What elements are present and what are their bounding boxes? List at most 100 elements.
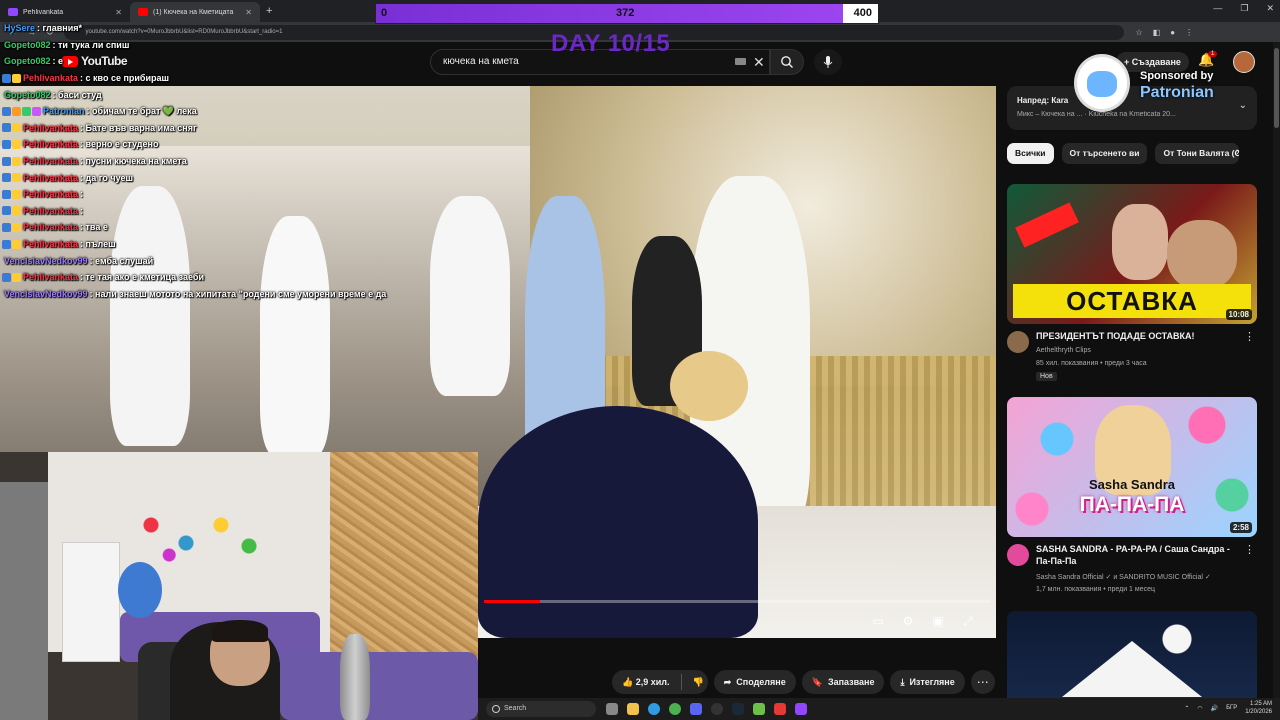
- more-actions-button[interactable]: ⋯: [970, 670, 995, 694]
- taskbar-search[interactable]: Search: [486, 701, 596, 717]
- more-options-icon[interactable]: ⋮: [1244, 543, 1255, 556]
- video-thumbnail[interactable]: ОСТАВКА 10:08: [1007, 184, 1257, 324]
- chat-username[interactable]: Pehlivankata: [23, 156, 78, 166]
- star-icon[interactable]: ☆: [1136, 28, 1143, 37]
- discord-icon[interactable]: [690, 703, 702, 715]
- recommended-video-2[interactable]: Sasha Sandra ПА-ПА-ПА 2:58 SASHA SANDRA …: [1007, 397, 1257, 597]
- maximize-icon[interactable]: ❐: [1240, 3, 1248, 14]
- extensions-icon[interactable]: ◧: [1153, 28, 1161, 37]
- chat-text: : те тая ако е кметица заеби: [80, 272, 204, 283]
- obs-icon[interactable]: [711, 703, 723, 715]
- channel-avatar[interactable]: [1007, 544, 1029, 566]
- tab-close-icon[interactable]: ✕: [115, 8, 122, 17]
- fullscreen-icon[interactable]: ⤢: [960, 614, 976, 628]
- chat-username[interactable]: Pehlivankata: [23, 206, 78, 216]
- chat-username[interactable]: Gopeto082: [4, 56, 51, 66]
- like-button[interactable]: 👍 2,9 хил.: [622, 677, 670, 688]
- minimize-icon[interactable]: —: [1213, 3, 1222, 14]
- chat-badge-icon: [32, 106, 41, 116]
- chat-badge-icon: [2, 222, 11, 232]
- chat-username[interactable]: Pehlivankata: [23, 272, 78, 282]
- chat-username[interactable]: VenclslavNedkov99: [4, 289, 88, 299]
- thumbnail-person: [1112, 204, 1168, 280]
- steam-icon[interactable]: [732, 703, 744, 715]
- goal-current: 372: [616, 7, 635, 19]
- webcam-vase: [340, 634, 370, 720]
- chat-username[interactable]: Pehlivankata: [23, 73, 78, 83]
- language-indicator[interactable]: БГР: [1226, 705, 1237, 711]
- chat-username[interactable]: Pehlivankata: [23, 189, 78, 199]
- channel-name[interactable]: Aethelthryth Clips: [1036, 347, 1091, 354]
- video-title[interactable]: ПРЕЗИДЕНТЪТ ПОДАДЕ ОСТАВКА!: [1036, 330, 1241, 342]
- page-scrollbar[interactable]: [1273, 42, 1280, 698]
- new-tab-icon[interactable]: +: [266, 5, 272, 17]
- voice-search-button[interactable]: [814, 49, 842, 75]
- tab-title: Pehlivankata: [23, 8, 64, 16]
- tray-expand-icon[interactable]: ⌃: [1184, 705, 1189, 712]
- chat-username[interactable]: Gopeto082: [4, 90, 51, 100]
- chat-username[interactable]: HySere: [4, 23, 35, 33]
- chat-username[interactable]: Pehlivankata: [23, 222, 78, 232]
- taskbar-search-label: Search: [504, 705, 527, 712]
- chat-username[interactable]: Pehlivankata: [23, 239, 78, 249]
- chat-username[interactable]: Patronian: [43, 106, 85, 116]
- clear-search-icon[interactable]: ✕: [753, 50, 765, 74]
- subtitles-icon[interactable]: ▭: [870, 614, 886, 628]
- more-options-icon[interactable]: ⋮: [1244, 330, 1255, 343]
- keyboard-icon[interactable]: [735, 58, 746, 65]
- volume-icon[interactable]: 🔊: [1211, 705, 1218, 712]
- edge-icon[interactable]: [648, 703, 660, 715]
- scrollbar-thumb[interactable]: [1274, 48, 1279, 128]
- settings-gear-icon[interactable]: ⚙: [900, 614, 916, 628]
- save-button[interactable]: 🔖 Запазване: [801, 670, 885, 694]
- chip-all[interactable]: Всички: [1007, 143, 1054, 164]
- video-title[interactable]: SASHA SANDRA - PA-PA-PA / Саша Сандра - …: [1036, 543, 1241, 567]
- file-explorer-icon[interactable]: [627, 703, 639, 715]
- download-button[interactable]: ⤓ Изтегляне: [890, 670, 965, 694]
- chat-text: : пълеш: [80, 239, 116, 250]
- video-progress-bar[interactable]: [484, 600, 990, 603]
- like-count: 2,9 хил.: [635, 676, 670, 687]
- video-thumbnail[interactable]: Sasha Sandra ПА-ПА-ПА 2:58: [1007, 397, 1257, 537]
- wifi-icon[interactable]: ◠: [1197, 705, 1202, 712]
- tab-close-icon[interactable]: ✕: [245, 8, 252, 17]
- chat-username[interactable]: Pehlivankata: [23, 139, 78, 149]
- video-dancer: [478, 406, 758, 638]
- browser-tab-2[interactable]: (1) Кючека на Кметицата ✕: [130, 2, 260, 22]
- share-button[interactable]: ➦ Споделяне: [713, 670, 796, 694]
- chip-from-search[interactable]: От търсенето ви: [1061, 143, 1148, 164]
- chat-badge-icon: [2, 206, 11, 216]
- chat-message: Gopeto082: баси студ: [2, 86, 402, 103]
- system-clock[interactable]: 1:25 AM 1/20/2026: [1245, 700, 1272, 716]
- chip-from-channel[interactable]: От Тони Валята (С: [1155, 143, 1240, 164]
- chat-username[interactable]: Gopeto082: [4, 40, 51, 50]
- close-window-icon[interactable]: ✕: [1266, 3, 1274, 14]
- chat-username[interactable]: Pehlivankata: [23, 123, 78, 133]
- dislike-icon[interactable]: 👎: [693, 677, 704, 688]
- task-view-icon[interactable]: [606, 703, 618, 715]
- channel-avatar[interactable]: [1007, 331, 1029, 353]
- like-dislike-group: 👍 2,9 хил. 👎: [612, 670, 708, 694]
- chat-username[interactable]: VenclslavNedkov99: [4, 256, 88, 266]
- video-thumbnail[interactable]: [1007, 611, 1257, 698]
- app-icon[interactable]: [774, 703, 786, 715]
- chat-badge-icon: [2, 123, 11, 133]
- search-button[interactable]: [770, 49, 804, 75]
- chat-username[interactable]: Pehlivankata: [23, 173, 78, 183]
- browser-tab-1[interactable]: Pehlivankata ✕: [0, 2, 130, 22]
- chat-badge-icon: [12, 189, 21, 199]
- chevron-right-icon[interactable]: ›: [1236, 146, 1240, 158]
- chrome-icon[interactable]: [669, 703, 681, 715]
- profile-icon[interactable]: ●: [1170, 28, 1175, 37]
- share-icon: ➦: [723, 676, 732, 687]
- chat-text: : тва е: [80, 222, 108, 233]
- recommended-video-1[interactable]: ОСТАВКА 10:08 ПРЕЗИДЕНТЪТ ПОДАДЕ ОСТАВКА…: [1007, 184, 1257, 394]
- menu-icon[interactable]: ⋮: [1185, 28, 1193, 37]
- recommended-video-3[interactable]: [1007, 611, 1257, 698]
- app-icon[interactable]: [753, 703, 765, 715]
- channel-name[interactable]: Sasha Sandra Official ✓ и SANDRITO MUSIC…: [1036, 573, 1211, 581]
- miniplayer-icon[interactable]: ▣: [930, 614, 946, 628]
- chat-message: Pehlivankata:: [2, 186, 402, 203]
- chat-text: :: [80, 189, 84, 200]
- app-icon[interactable]: [795, 703, 807, 715]
